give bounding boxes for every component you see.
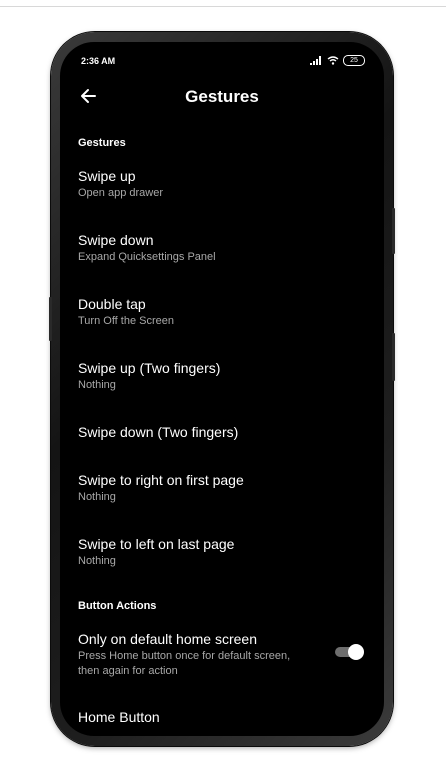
- gesture-swipe-right-first-page[interactable]: Swipe to right on first page Nothing: [78, 472, 368, 505]
- item-subtitle: Expand Quicksettings Panel: [78, 251, 216, 263]
- gesture-swipe-left-last-page[interactable]: Swipe to left on last page Nothing: [78, 536, 368, 569]
- power-button-upper: [392, 208, 395, 254]
- item-title: Swipe up: [78, 168, 136, 184]
- gesture-double-tap[interactable]: Double tap Turn Off the Screen: [78, 296, 368, 329]
- default-home-toggle[interactable]: [333, 644, 364, 660]
- item-subtitle: Turn Off the Screen: [78, 315, 174, 327]
- gesture-swipe-down-two-fingers[interactable]: Swipe down (Two fingers): [78, 424, 368, 441]
- item-subtitle: Press Home button once for default scree…: [78, 650, 291, 677]
- phone-screen: 2:36 AM 25 Gestures Gestures Swipe up Op…: [60, 42, 384, 736]
- signal-icon: [310, 56, 321, 65]
- section-header-gestures: Gestures: [78, 137, 126, 149]
- item-title: Home Button: [78, 709, 160, 725]
- status-time: 2:36 AM: [81, 56, 116, 66]
- item-subtitle: Nothing: [78, 555, 116, 567]
- item-title: Swipe up (Two fingers): [78, 360, 221, 376]
- item-title: Swipe to right on first page: [78, 472, 244, 488]
- item-title: Swipe down (Two fingers): [78, 424, 239, 440]
- setting-default-home-screen[interactable]: Only on default home screen Press Home b…: [78, 631, 308, 679]
- toggle-knob: [348, 644, 364, 660]
- section-header-button-actions: Button Actions: [78, 600, 157, 612]
- gesture-swipe-down[interactable]: Swipe down Expand Quicksettings Panel: [78, 232, 368, 265]
- top-divider: [0, 6, 446, 7]
- item-subtitle: Nothing: [78, 491, 116, 503]
- power-button-lower: [392, 333, 395, 381]
- setting-home-button[interactable]: Home Button: [78, 709, 368, 726]
- item-title: Swipe to left on last page: [78, 536, 235, 552]
- volume-button: [49, 297, 52, 341]
- item-subtitle: Nothing: [78, 379, 116, 391]
- item-subtitle: Open app drawer: [78, 187, 163, 199]
- page-title: Gestures: [185, 87, 259, 106]
- status-icons: 25: [310, 55, 365, 66]
- item-title: Only on default home screen: [78, 631, 257, 647]
- item-title: Double tap: [78, 296, 146, 312]
- gesture-swipe-up-two-fingers[interactable]: Swipe up (Two fingers) Nothing: [78, 360, 368, 393]
- item-title: Swipe down: [78, 232, 154, 248]
- wifi-icon: [327, 56, 339, 65]
- gesture-swipe-up[interactable]: Swipe up Open app drawer: [78, 168, 368, 201]
- battery-icon: 25: [343, 55, 365, 66]
